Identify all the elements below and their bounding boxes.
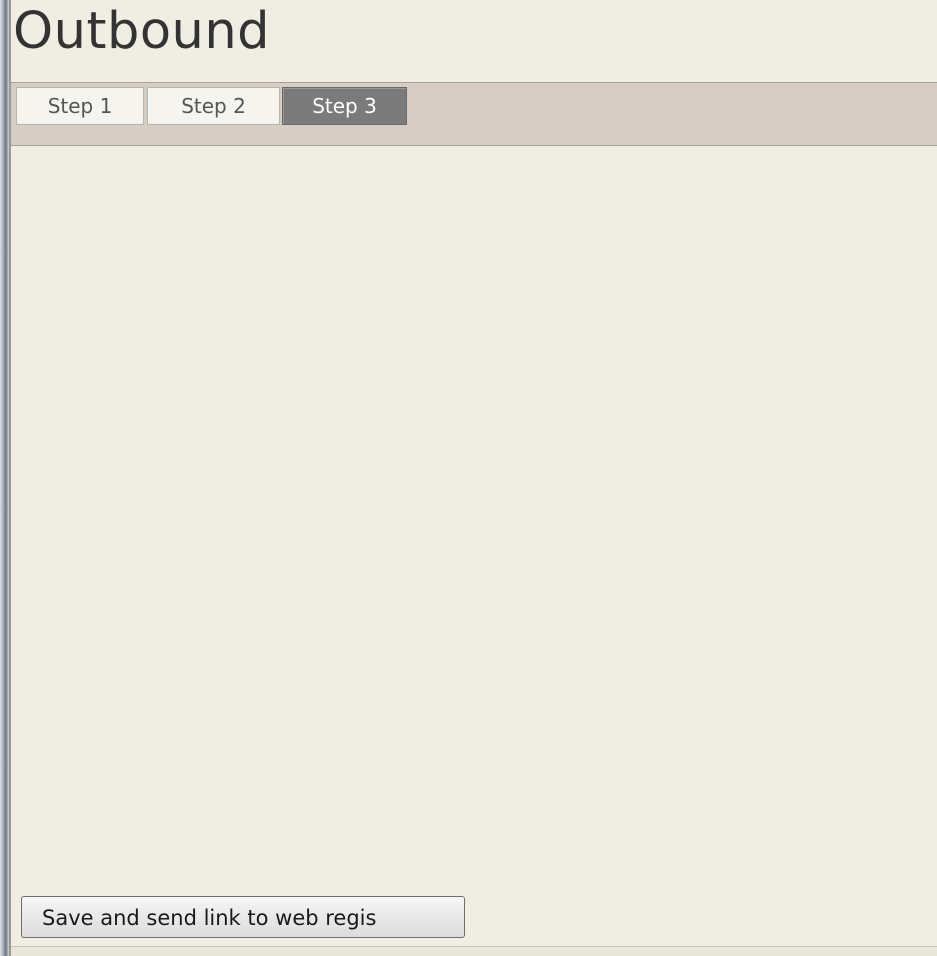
step-content-area bbox=[11, 146, 937, 946]
page-title: Outbound bbox=[13, 2, 271, 61]
step-tabbar: Step 1 Step 2 Step 3 bbox=[11, 82, 937, 146]
tab-step-3[interactable]: Step 3 bbox=[282, 87, 407, 125]
save-and-send-button[interactable]: Save and send link to web regis bbox=[21, 896, 465, 938]
tab-step-2[interactable]: Step 2 bbox=[147, 87, 280, 125]
outbound-panel: Outbound Step 1 Step 2 Step 3 Save and s… bbox=[11, 0, 937, 956]
tab-step-1[interactable]: Step 1 bbox=[16, 87, 144, 125]
bottom-divider bbox=[11, 946, 937, 956]
